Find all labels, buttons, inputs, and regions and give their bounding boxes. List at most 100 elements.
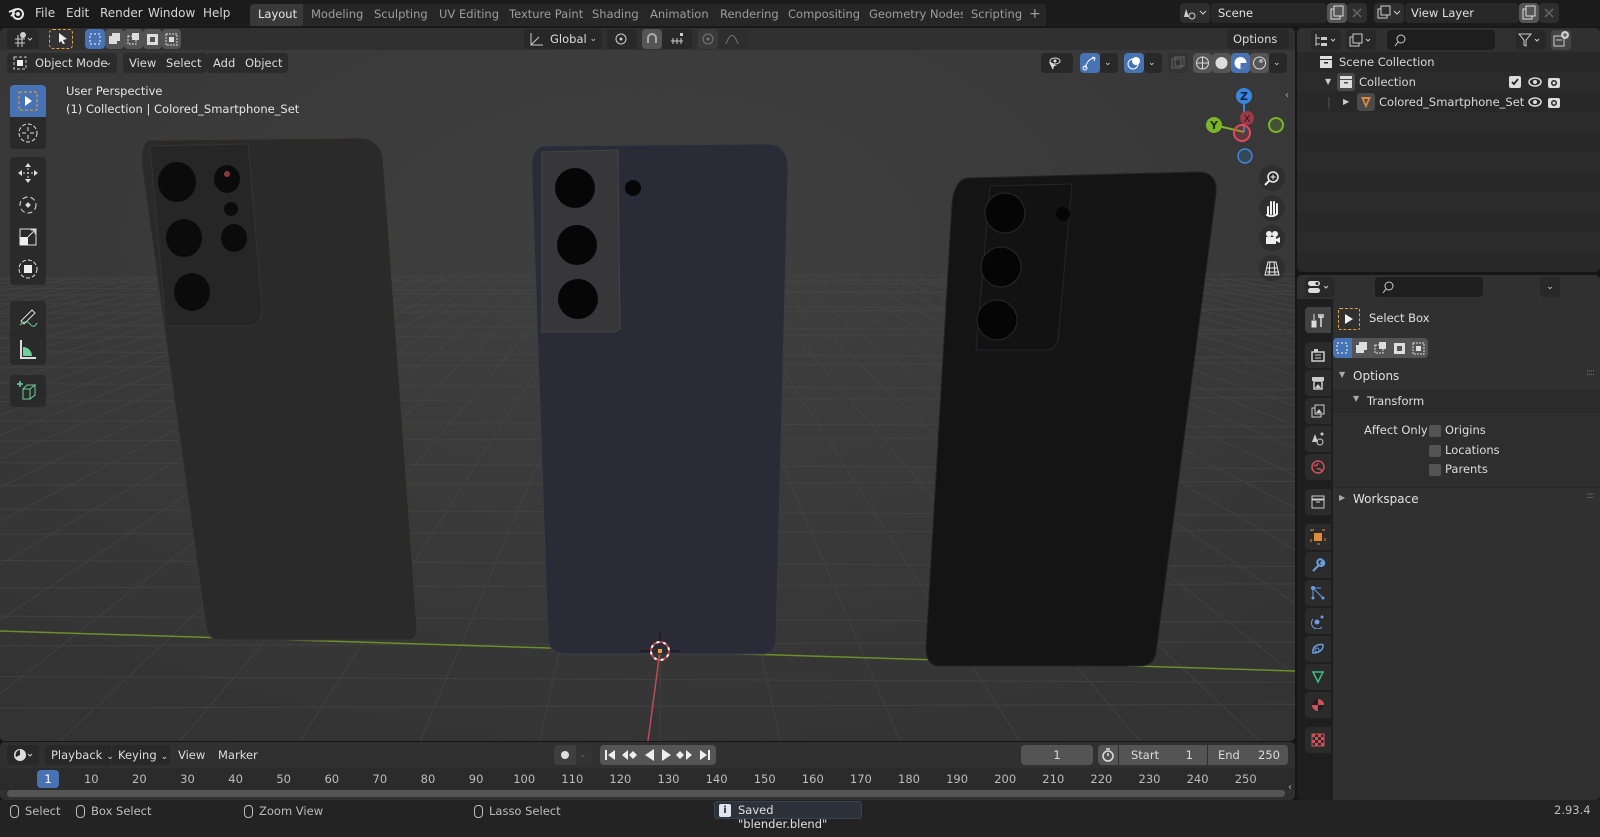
- proportional-edit-toggle[interactable]: [698, 29, 718, 49]
- select-mode-extend-button[interactable]: [1352, 338, 1371, 358]
- select-mode-invert-button[interactable]: [143, 29, 162, 49]
- menu-select[interactable]: Select: [160, 53, 208, 73]
- outliner-row-scene-collection[interactable]: Scene Collection: [1297, 52, 1600, 72]
- active-tool-select-box[interactable]: [49, 29, 73, 49]
- eye-icon[interactable]: [1528, 75, 1542, 89]
- camera-render-icon[interactable]: [1547, 75, 1561, 89]
- tool-select-box[interactable]: [10, 85, 46, 117]
- outliner-row-colored-smartphone-set[interactable]: | ▶ Colored_Smartphone_Set: [1297, 92, 1600, 112]
- select-mode-subtract-button[interactable]: [124, 29, 143, 49]
- timeline-menu-view[interactable]: View: [172, 745, 211, 765]
- tab-modeling[interactable]: Modeling: [303, 4, 372, 26]
- new-collection-button[interactable]: [1551, 30, 1571, 50]
- scene-name-field[interactable]: Scene: [1211, 3, 1327, 23]
- menu-help[interactable]: Help: [203, 4, 230, 22]
- tab-tool[interactable]: [1305, 307, 1331, 333]
- camera-view-button[interactable]: [1259, 225, 1285, 251]
- eye-icon[interactable]: [1528, 95, 1542, 109]
- gizmo-toggle[interactable]: [1080, 53, 1100, 73]
- view-layer-name-field[interactable]: View Layer: [1405, 3, 1519, 23]
- menu-file[interactable]: File: [35, 4, 55, 22]
- object-visibility-dropdown[interactable]: [1041, 53, 1073, 73]
- sidebar-toggle-icon[interactable]: ‹: [1288, 782, 1292, 793]
- filter-dropdown[interactable]: [1516, 30, 1546, 50]
- tab-physics[interactable]: [1305, 608, 1331, 634]
- tab-constraints[interactable]: [1305, 636, 1331, 662]
- checkbox-checked-icon[interactable]: [1509, 76, 1521, 88]
- proportional-falloff-dropdown[interactable]: [718, 29, 748, 49]
- timeline-editor-type-button[interactable]: [7, 745, 39, 765]
- options-dropdown[interactable]: Options ⌄: [1227, 29, 1289, 66]
- properties-options-dropdown[interactable]: ⌄: [1540, 277, 1560, 297]
- tool-transform[interactable]: [10, 253, 46, 285]
- delete-scene-button[interactable]: [1347, 3, 1367, 23]
- 3d-viewport[interactable]: Global ⌄ Options ⌄ Object Mode ⌄ View Se…: [0, 28, 1295, 741]
- overlays-toggle[interactable]: [1124, 53, 1144, 73]
- start-frame-field[interactable]: Start 1: [1119, 745, 1207, 765]
- transform-subpanel-header[interactable]: ▼ Transform: [1333, 389, 1600, 413]
- outliner-search-input[interactable]: [1387, 30, 1495, 50]
- blender-logo-icon[interactable]: [8, 5, 26, 21]
- delete-view-layer-button[interactable]: [1539, 3, 1559, 23]
- timeline-menu-marker[interactable]: Marker: [212, 745, 264, 765]
- menu-render[interactable]: Render: [100, 4, 143, 22]
- properties-search-input[interactable]: [1375, 277, 1483, 297]
- parents-checkbox[interactable]: [1429, 464, 1441, 476]
- tab-rendering[interactable]: Rendering: [712, 4, 787, 26]
- snap-target-dropdown[interactable]: [662, 29, 692, 49]
- overlays-dropdown[interactable]: ⌄: [1144, 53, 1162, 73]
- new-view-layer-button[interactable]: [1519, 3, 1539, 23]
- tab-texture-paint[interactable]: Texture Paint: [501, 4, 592, 26]
- tool-scale[interactable]: [10, 221, 46, 253]
- tab-shading[interactable]: Shading: [584, 4, 647, 26]
- tab-particles[interactable]: [1305, 580, 1331, 606]
- editor-type-button[interactable]: [7, 29, 39, 49]
- end-frame-field[interactable]: End 250: [1208, 745, 1288, 765]
- drag-handle-icon[interactable]: ::::: [1586, 368, 1595, 378]
- tab-layout[interactable]: Layout: [250, 4, 306, 26]
- shading-wireframe-button[interactable]: [1193, 53, 1212, 73]
- tool-move[interactable]: [10, 157, 46, 189]
- select-mode-subtract-button[interactable]: [1371, 338, 1390, 358]
- tab-material[interactable]: [1305, 692, 1331, 718]
- tab-world[interactable]: [1305, 454, 1331, 480]
- tab-collection[interactable]: [1305, 489, 1331, 515]
- shading-material-button[interactable]: [1231, 53, 1250, 73]
- pivot-point-dropdown[interactable]: [607, 29, 637, 49]
- tab-sculpting[interactable]: Sculpting: [366, 4, 436, 26]
- gizmo-dropdown[interactable]: ⌄: [1100, 53, 1118, 73]
- tab-uv-editing[interactable]: UV Editing: [431, 4, 507, 26]
- keying-set-dropdown[interactable]: ⌄: [576, 745, 592, 765]
- display-mode-dropdown[interactable]: [1346, 30, 1376, 50]
- menu-edit[interactable]: Edit: [66, 4, 89, 22]
- expand-arrow-icon[interactable]: ▼: [1325, 72, 1331, 92]
- locations-checkbox[interactable]: [1429, 445, 1441, 457]
- object-mode-dropdown[interactable]: Object Mode ⌄: [7, 53, 117, 73]
- shading-solid-button[interactable]: [1212, 53, 1231, 73]
- origins-checkbox[interactable]: [1429, 425, 1441, 437]
- new-scene-button[interactable]: [1327, 3, 1347, 23]
- sidebar-toggle-icon[interactable]: ‹: [1285, 90, 1289, 101]
- tab-render[interactable]: [1305, 342, 1331, 368]
- tab-view-layer[interactable]: [1305, 398, 1331, 424]
- pan-view-button[interactable]: [1259, 195, 1285, 221]
- properties-editor-type-button[interactable]: [1305, 277, 1335, 297]
- zoom-view-button[interactable]: [1259, 165, 1285, 191]
- tab-object[interactable]: [1305, 524, 1331, 550]
- menu-add[interactable]: Add: [207, 53, 242, 73]
- select-mode-intersect-button[interactable]: [1409, 338, 1428, 358]
- shading-dropdown[interactable]: ⌄: [1269, 53, 1287, 73]
- add-workspace-button[interactable]: +: [1024, 4, 1046, 26]
- timeline-scrollbar[interactable]: [7, 790, 1285, 797]
- menu-object[interactable]: Object: [239, 53, 289, 73]
- tab-modifiers[interactable]: [1305, 552, 1331, 578]
- shading-rendered-button[interactable]: [1250, 53, 1269, 73]
- select-mode-invert-button[interactable]: [1390, 338, 1409, 358]
- select-mode-new-button[interactable]: [1333, 338, 1352, 358]
- options-panel-header[interactable]: ▼ Options ::::: [1333, 365, 1600, 389]
- keying-dropdown[interactable]: Keying ⌄: [112, 745, 170, 765]
- tool-cursor[interactable]: [10, 117, 46, 149]
- select-mode-new-button[interactable]: [85, 29, 105, 49]
- preview-range-toggle[interactable]: [1098, 745, 1118, 765]
- tool-measure[interactable]: [10, 333, 46, 365]
